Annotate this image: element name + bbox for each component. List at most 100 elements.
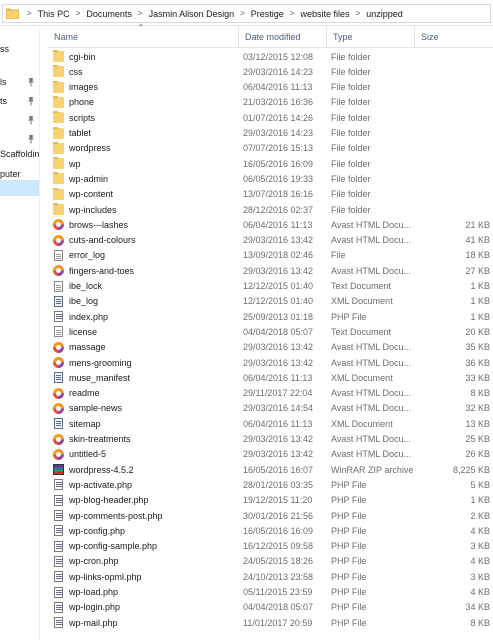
folder-icon bbox=[53, 141, 64, 154]
breadcrumb-item[interactable]: Jasmin Alison Design bbox=[147, 9, 237, 19]
column-header-size[interactable]: Size bbox=[415, 26, 493, 48]
file-row[interactable]: images 06/04/2016 11:13 File folder bbox=[48, 80, 493, 95]
file-date-modified: 29/11/2017 22:04 bbox=[243, 388, 313, 399]
file-row[interactable]: ibe_log 12/12/2015 01:40 XML Document 1 KB bbox=[48, 294, 493, 309]
file-size: 8,225 KB bbox=[452, 464, 490, 475]
file-date-modified: 29/03/2016 14:23 bbox=[243, 66, 314, 77]
column-header-name[interactable]: Name ^ bbox=[48, 24, 239, 48]
breadcrumb-item[interactable]: unzipped bbox=[364, 9, 405, 19]
file-date-modified: 12/12/2015 01:40 bbox=[243, 296, 314, 307]
breadcrumb-separator-icon[interactable]: > bbox=[236, 9, 249, 18]
file-row[interactable]: wordpress-4.5.2 16/05/2016 16:07 WinRAR ZI… bbox=[48, 462, 493, 477]
file-row[interactable]: readme 29/11/2017 22:04 Avast HTML Docu...… bbox=[48, 386, 493, 401]
file-date-modified: 28/01/2016 03:35 bbox=[243, 479, 314, 490]
php-icon bbox=[54, 617, 63, 629]
file-size: 3 KB bbox=[470, 541, 490, 552]
file-row[interactable]: untitled-5 29/03/2016 13:42 Avast HTML Doc… bbox=[48, 447, 493, 462]
file-name: skin-treatments bbox=[69, 434, 131, 444]
file-date-modified: 03/12/2015 12:08 bbox=[243, 51, 314, 62]
file-name: readme bbox=[69, 388, 100, 399]
file-row[interactable]: phone 21/03/2016 16:36 File folder bbox=[48, 95, 493, 110]
file-type: Text Document bbox=[331, 281, 392, 291]
breadcrumb-separator-icon[interactable]: > bbox=[72, 9, 85, 18]
breadcrumb-item[interactable]: This PC bbox=[36, 9, 72, 19]
nav-item[interactable]: ts bbox=[0, 93, 7, 109]
file-row[interactable]: tablet 29/03/2016 14:23 File folder bbox=[48, 126, 493, 141]
file-row[interactable]: wp-links-opml.php 24/10/2013 23:58 PHP Fil… bbox=[48, 569, 493, 584]
file-row[interactable]: wp-includes 28/12/2016 02:37 File folder bbox=[48, 202, 493, 217]
file-row[interactable]: error_log 13/09/2018 02:46 File 18 KB bbox=[48, 248, 493, 263]
file-date-modified: 04/04/2018 05:07 bbox=[243, 326, 314, 337]
file-row[interactable]: ibe_lock 12/12/2015 01:40 Text Document 1 K… bbox=[48, 279, 493, 294]
file-row[interactable]: sitemap 06/04/2016 11:13 XML Document 13 KB bbox=[48, 416, 493, 431]
breadcrumb-separator-icon[interactable]: > bbox=[352, 9, 365, 18]
column-header-type[interactable]: Type bbox=[327, 26, 415, 48]
file-row[interactable]: cgi-bin 03/12/2015 12:08 File folder bbox=[48, 49, 493, 64]
file-row[interactable]: wp-blog-header.php 19/12/2015 11:20 PHP Fi… bbox=[48, 493, 493, 508]
nav-item[interactable]: ls bbox=[0, 74, 7, 90]
file-date-modified: 16/05/2016 16:07 bbox=[243, 464, 314, 475]
file-row[interactable]: license 04/04/2018 05:07 Text Document 20 K… bbox=[48, 324, 493, 339]
file-type: PHP File bbox=[331, 602, 367, 613]
breadcrumb-separator-icon[interactable]: > bbox=[286, 9, 299, 18]
breadcrumb-separator-icon[interactable]: > bbox=[134, 9, 147, 18]
breadcrumb-item[interactable]: website files bbox=[298, 9, 351, 19]
folder-icon bbox=[53, 80, 64, 93]
file-name-cell: wp-cron.php bbox=[53, 554, 239, 569]
file-row[interactable]: wp 16/05/2016 16:09 File folder bbox=[48, 156, 493, 171]
file-name: images bbox=[69, 82, 99, 93]
file-size bbox=[420, 126, 490, 141]
avast-html-icon bbox=[53, 234, 64, 246]
nav-item[interactable]: ss bbox=[0, 41, 9, 57]
file-type: Avast HTML Docu... bbox=[331, 235, 412, 246]
nav-item[interactable]: Scaffoldin bbox=[0, 146, 39, 162]
document-icon bbox=[54, 280, 63, 292]
file-row[interactable]: wp-content 13/07/2018 16:16 File folder bbox=[48, 187, 493, 202]
file-row[interactable]: scripts 01/07/2016 14:26 File folder bbox=[48, 110, 493, 125]
file-date-modified: 01/07/2016 14:26 bbox=[243, 112, 314, 123]
nav-item[interactable] bbox=[0, 180, 39, 196]
file-row[interactable]: index.php 25/09/2013 01:18 PHP File 1 KB bbox=[48, 309, 493, 324]
xml-icon bbox=[54, 295, 63, 307]
file-name: wp-login.php bbox=[69, 602, 121, 613]
file-row[interactable]: wp-load.php 05/11/2015 23:59 PHP File 4 KB bbox=[48, 585, 493, 600]
file-date-modified: 07/07/2016 15:13 bbox=[243, 143, 314, 154]
file-type: XML Document bbox=[331, 296, 393, 307]
file-row[interactable]: sample-news 29/03/2016 14:54 Avast HTML Do… bbox=[48, 401, 493, 416]
file-name-cell: wordpress bbox=[53, 141, 239, 156]
file-row[interactable]: wp-activate.php 28/01/2016 03:35 PHP File 5… bbox=[48, 477, 493, 492]
file-row[interactable]: wp-cron.php 24/05/2015 18:26 PHP File 4 KB bbox=[48, 554, 493, 569]
file-row[interactable]: wp-admin 06/05/2016 19:33 File folder bbox=[48, 171, 493, 186]
file-row[interactable]: css 29/03/2016 14:23 File folder bbox=[48, 64, 493, 79]
file-row[interactable]: wp-mail.php 11/01/2017 20:59 PHP File 8 KB bbox=[48, 615, 493, 630]
file-size bbox=[420, 80, 490, 95]
file-size: 1 KB bbox=[470, 495, 490, 506]
file-row[interactable]: cuts-and-colours 29/03/2016 13:42 Avast HT… bbox=[48, 233, 493, 248]
file-name: index.php bbox=[69, 311, 109, 322]
address-bar[interactable]: > This PC > Documents > Jasmin Alison Design >… bbox=[2, 4, 491, 23]
file-row[interactable]: muse_manifest 06/04/2016 11:13 XML Documen… bbox=[48, 370, 493, 385]
file-row[interactable]: skin-treatments 29/03/2016 13:42 Avast HTM… bbox=[48, 432, 493, 447]
php-icon bbox=[54, 571, 63, 583]
file-size bbox=[420, 49, 490, 64]
php-icon bbox=[54, 540, 63, 552]
file-row[interactable]: wordpress 07/07/2016 15:13 File folder bbox=[48, 141, 493, 156]
file-row[interactable]: wp-comments-post.php 30/01/2016 21:56 PHP … bbox=[48, 508, 493, 523]
file-row[interactable]: brows---lashes 06/04/2016 11:13 Avast HTML… bbox=[48, 217, 493, 232]
file-row[interactable]: wp-config.php 16/05/2016 16:09 PHP File 4 K… bbox=[48, 523, 493, 538]
file-size: 18 KB bbox=[465, 250, 490, 261]
file-row[interactable]: wp-config-sample.php 16/12/2015 09:58 PHP … bbox=[48, 539, 493, 554]
breadcrumb-item[interactable]: Prestige bbox=[249, 9, 286, 19]
column-header-date[interactable]: Date modified bbox=[239, 26, 327, 48]
file-row[interactable]: wp-login.php 04/04/2018 05:07 PHP File 34 K… bbox=[48, 600, 493, 615]
file-size bbox=[420, 171, 490, 186]
file-row[interactable]: massage 29/03/2016 13:42 Avast HTML Docu..… bbox=[48, 340, 493, 355]
file-row[interactable]: mens-grooming 29/03/2016 13:42 Avast HTML … bbox=[48, 355, 493, 370]
file-size: 36 KB bbox=[465, 357, 490, 368]
breadcrumb-item[interactable]: Documents bbox=[84, 9, 134, 19]
breadcrumb-separator-icon[interactable]: > bbox=[23, 9, 36, 18]
navigation-pane: ss ls ts Scaffoldin puter bbox=[0, 26, 40, 640]
file-date-modified: 19/12/2015 11:20 bbox=[243, 495, 313, 506]
file-row[interactable]: fingers-and-toes 29/03/2016 13:42 Avast HT… bbox=[48, 263, 493, 278]
file-date-modified: 06/04/2016 11:13 bbox=[243, 418, 313, 429]
